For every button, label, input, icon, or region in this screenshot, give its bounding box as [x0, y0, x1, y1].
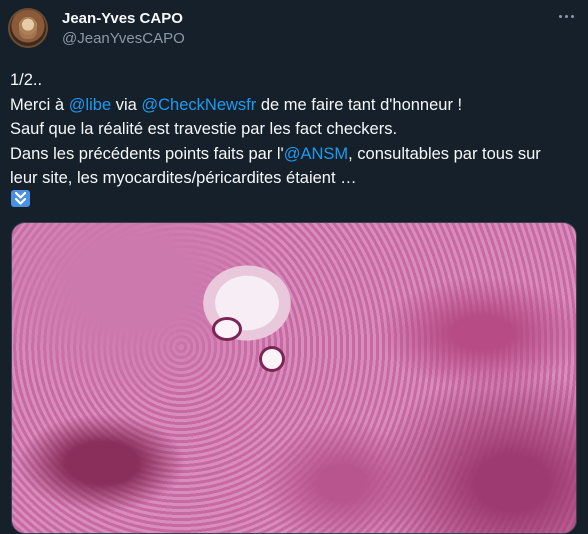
tweet-line-4: Dans les précédents points faits par l'@… — [10, 142, 580, 167]
tweet-line-2: Merci à @libe via @CheckNewsfr de me fai… — [10, 93, 580, 118]
author-name[interactable]: Jean-Yves CAPO — [62, 10, 183, 27]
tweet-text: 1/2.. Merci à @libe via @CheckNewsfr de … — [10, 68, 580, 191]
text-segment: Merci à — [10, 95, 69, 114]
tweet-image[interactable] — [11, 222, 577, 534]
tweet-line-3: Sauf que la réalité est travestie par le… — [10, 120, 398, 138]
author-handle[interactable]: @JeanYvesCAPO — [62, 30, 185, 47]
text-segment: , consultables par tous sur — [348, 144, 541, 163]
more-icon[interactable] — [554, 6, 578, 26]
double-down-arrow-icon — [11, 190, 30, 207]
mention-checknewsfr[interactable]: @CheckNewsfr — [141, 96, 256, 114]
mention-ansm[interactable]: @ANSM — [284, 145, 348, 163]
tweet[interactable]: Jean-Yves CAPO @JeanYvesCAPO 1/2.. Merci… — [0, 0, 588, 534]
image-feature — [215, 320, 239, 338]
mention-libe[interactable]: @libe — [69, 96, 111, 114]
tweet-line-5: leur site, les myocardites/péricardites … — [10, 169, 357, 187]
text-segment: via — [111, 95, 142, 114]
text-segment: Dans les précédents points faits par l' — [10, 144, 284, 163]
image-feature — [262, 349, 282, 369]
text-segment: de me faire tant d'honneur ! — [256, 95, 463, 114]
avatar[interactable] — [8, 8, 48, 48]
tweet-line-1: 1/2.. — [10, 71, 43, 89]
